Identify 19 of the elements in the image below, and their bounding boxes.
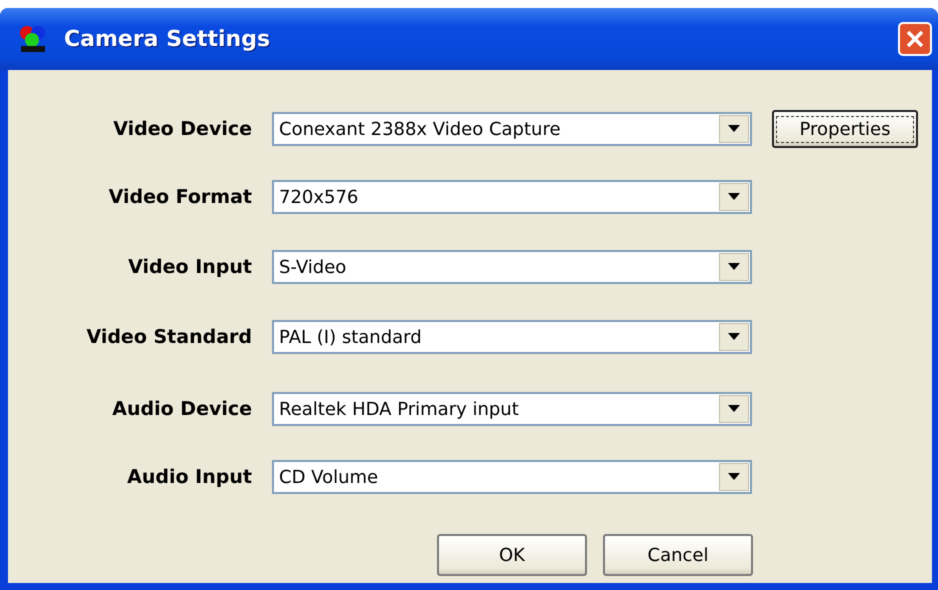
dialog-button[interactable]: OK: [437, 534, 587, 576]
close-button[interactable]: [898, 22, 932, 56]
field-label: Audio Device: [111, 398, 252, 420]
color-circles-icon: [18, 24, 48, 54]
properties-button[interactable]: Properties: [772, 110, 918, 148]
dialog-button[interactable]: Cancel: [603, 534, 753, 576]
field-label: Video Input: [127, 256, 252, 278]
field-label: Video Device: [112, 118, 252, 140]
dropdown-field[interactable]: S-Video: [272, 250, 752, 284]
dropdown-field[interactable]: PAL (I) standard: [272, 320, 752, 354]
dropdown-field[interactable]: Conexant 2388x Video Capture: [272, 112, 752, 146]
dropdown-field[interactable]: Realtek HDA Primary input: [272, 392, 752, 426]
field-label: Video Standard: [85, 326, 252, 348]
field-label: Video Format: [108, 186, 252, 208]
dropdown-field[interactable]: 720x576: [272, 180, 752, 214]
field-label: Audio Input: [126, 466, 252, 488]
close-icon: [906, 30, 924, 48]
dropdown-field[interactable]: CD Volume: [272, 460, 752, 494]
window-title: Camera Settings: [64, 26, 270, 52]
